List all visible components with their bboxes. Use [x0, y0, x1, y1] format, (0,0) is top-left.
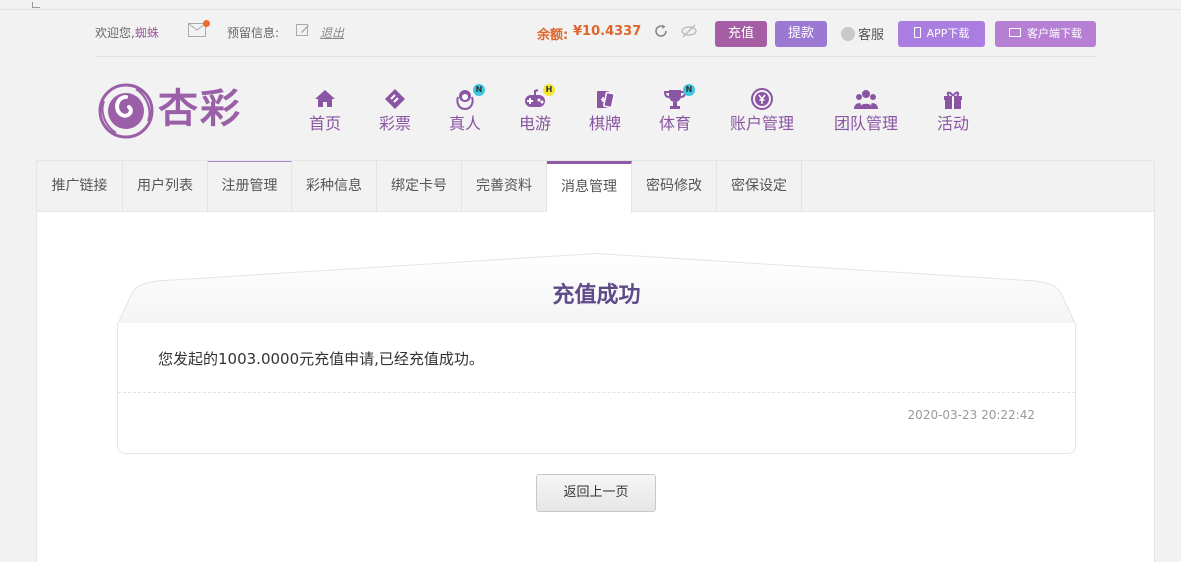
tab-security-question[interactable]: 密保设定 — [717, 161, 802, 212]
app-download-button[interactable]: APP下载 — [898, 21, 985, 47]
message-title: 充值成功 — [552, 283, 641, 308]
tab-bind-card[interactable]: 绑定卡号 — [377, 161, 462, 212]
refresh-icon[interactable] — [653, 23, 669, 42]
message-card: 充值成功 您发起的1003.0000元充值申请,已经充值成功。 2020-03-… — [117, 253, 1076, 454]
tab-lottery-info[interactable]: 彩种信息 — [292, 161, 377, 212]
yen-coin-icon — [750, 87, 774, 111]
monitor-icon — [1009, 28, 1021, 37]
nav-egames[interactable]: H 电游 — [517, 84, 555, 134]
dealer-icon: N — [453, 84, 485, 111]
balance-label: 余额: — [537, 28, 569, 43]
main-nav: 首页 彩票 N 真人 H 电游 棋牌 N 体育 账户管理 团队管理 活动 — [0, 84, 1181, 147]
top-strip — [0, 0, 1181, 10]
nav-home[interactable]: 首页 — [307, 87, 343, 134]
nav-home-label: 首页 — [308, 114, 341, 133]
nav-team[interactable]: 团队管理 — [832, 87, 900, 134]
nav-chess-label: 棋牌 — [588, 114, 621, 133]
home-icon — [313, 87, 337, 111]
message-body: 您发起的1003.0000元充值申请,已经充值成功。 2020-03-23 20… — [117, 323, 1076, 454]
badge-new: N — [683, 84, 695, 96]
nav-sports-label: 体育 — [658, 114, 691, 133]
nav-live-label: 真人 — [448, 114, 481, 133]
recharge-button[interactable]: 充值 — [715, 21, 767, 47]
header: 欢迎您,蜘蛛 预留信息: 退出 余额: ¥10.4337 充值 提款 客服 AP… — [0, 11, 1181, 161]
tab-messages[interactable]: 消息管理 — [547, 161, 632, 213]
divider — [118, 392, 1075, 393]
nav-promotions-label: 活动 — [936, 114, 969, 133]
nav-account[interactable]: 账户管理 — [728, 87, 796, 134]
top-bar: 欢迎您,蜘蛛 预留信息: 退出 余额: ¥10.4337 充值 提款 客服 AP… — [95, 11, 1096, 57]
content-panel: 推广链接 用户列表 注册管理 彩种信息 绑定卡号 完善资料 消息管理 密码修改 … — [36, 160, 1155, 562]
message-timestamp: 2020-03-23 20:22:42 — [907, 408, 1035, 422]
reserve-info-label: 预留信息: — [227, 26, 280, 40]
nav-team-label: 团队管理 — [833, 114, 898, 133]
username[interactable]: 蜘蛛 — [135, 26, 159, 40]
service-label: 客服 — [858, 28, 885, 43]
nav-lottery-label: 彩票 — [378, 114, 411, 133]
tab-user-list[interactable]: 用户列表 — [123, 161, 208, 212]
corner-mark — [32, 2, 40, 8]
customer-service-link[interactable]: 客服 — [841, 24, 884, 43]
nav-egames-label: 电游 — [518, 114, 551, 133]
gift-icon — [941, 87, 965, 111]
client-download-button[interactable]: 客户端下载 — [995, 21, 1096, 47]
tab-registration[interactable]: 注册管理 — [208, 161, 292, 212]
nav-lottery[interactable]: 彩票 — [377, 87, 413, 134]
nav-account-label: 账户管理 — [729, 114, 794, 133]
sub-nav-tabs: 推广链接 用户列表 注册管理 彩种信息 绑定卡号 完善资料 消息管理 密码修改 … — [37, 161, 1154, 213]
client-download-label: 客户端下载 — [1027, 27, 1082, 40]
nav-live[interactable]: N 真人 — [447, 84, 485, 134]
mail-icon[interactable] — [188, 20, 210, 37]
back-button[interactable]: 返回上一页 — [536, 474, 656, 512]
welcome-text: 欢迎您,蜘蛛 — [95, 24, 159, 41]
unread-dot — [203, 20, 210, 27]
balance-value: ¥10.4337 — [573, 24, 642, 39]
tab-profile[interactable]: 完善资料 — [462, 161, 547, 212]
badge-hot: H — [543, 84, 555, 96]
withdraw-button[interactable]: 提款 — [775, 21, 827, 47]
tab-password[interactable]: 密码修改 — [632, 161, 717, 212]
service-avatar-icon — [841, 27, 855, 41]
nav-chess[interactable]: 棋牌 — [587, 87, 623, 134]
badge-new: N — [473, 84, 485, 96]
nav-sports[interactable]: N 体育 — [657, 84, 695, 134]
tab-promo-link[interactable]: 推广链接 — [37, 161, 123, 212]
logout-link[interactable]: 退出 — [320, 24, 344, 41]
nav-promotions[interactable]: 活动 — [935, 87, 971, 134]
cards-icon — [593, 87, 617, 111]
phone-icon — [913, 27, 921, 38]
gamepad-icon: H — [523, 84, 555, 111]
trophy-icon: N — [663, 84, 695, 111]
message-text: 您发起的1003.0000元充值申请,已经充值成功。 — [158, 350, 484, 368]
hide-balance-icon[interactable] — [680, 23, 698, 42]
edit-icon[interactable] — [296, 23, 310, 40]
ticket-icon — [383, 87, 407, 111]
app-download-label: APP下载 — [926, 27, 970, 40]
team-icon — [854, 87, 878, 111]
welcome-prefix: 欢迎您, — [95, 26, 135, 40]
